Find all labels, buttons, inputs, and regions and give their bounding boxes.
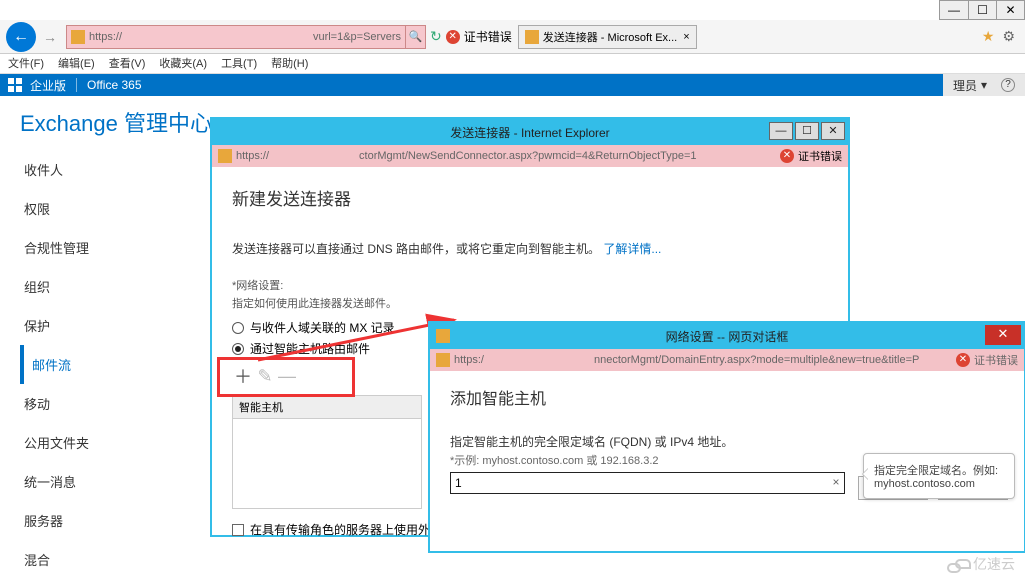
smart-host-list: 智能主机 [232,395,422,509]
popup1-close-button[interactable]: ✕ [821,122,845,140]
sidebar-item-mobile[interactable]: 移动 [20,384,190,423]
sidebar-item-unified[interactable]: 统一消息 [20,462,190,501]
os-close-button[interactable]: ✕ [996,1,1024,19]
menu-view[interactable]: 查看(V) [109,54,146,73]
fqdn-input[interactable] [450,472,845,494]
app-launcher-icon[interactable] [8,78,22,92]
checkbox-label: 在具有传输角色的服务器上使用外部 D [250,521,454,538]
network-settings-sub: 指定如何使用此连接器发送邮件。 [232,295,828,311]
sidebar-item-mailflow[interactable]: 邮件流 [20,345,190,384]
settings-gear-icon[interactable]: ⚙ [1002,28,1015,45]
sidebar-item-permissions[interactable]: 权限 [20,189,190,228]
popup2-desc: 指定智能主机的完全限定域名 (FQDN) 或 IPv4 地址。 [450,433,1004,450]
popup1-title-bar[interactable]: 发送连接器 - Internet Explorer — ☐ ✕ [212,119,848,145]
popup1-heading: 新建发送连接器 [232,185,828,210]
popup1-intro: 发送连接器可以直接通过 DNS 路由邮件，或将它重定向到智能主机。 了解详情..… [232,240,828,257]
list-area[interactable] [232,419,422,509]
ribbon-enterprise[interactable]: 企业版 [30,77,66,94]
os-minimize-button[interactable]: — [940,1,968,19]
office-ribbon: 企业版 Office 365 理员 ▾ ? [0,74,1025,96]
radio-icon-selected [232,343,244,355]
popup2-url-suffix: nnectorMgmt/DomainEntry.aspx?mode=multip… [594,354,919,366]
popup1-url-suffix: ctorMgmt/NewSendConnector.aspx?pwmcid=4&… [359,150,697,162]
popup2-title: 网络设置 -- 网页对话框 [666,328,789,345]
watermark: 亿速云 [955,554,1015,574]
os-window-controls: — ☐ ✕ [939,0,1025,20]
menu-file[interactable]: 文件(F) [8,54,44,73]
url-prefix: https:// [89,31,122,43]
popup1-address-bar[interactable]: https:// ctorMgmt/NewSendConnector.aspx?… [212,145,848,167]
help-icon[interactable]: ? [1001,78,1015,92]
back-button[interactable]: ← [6,22,36,52]
tab-close-icon[interactable]: × [683,31,689,43]
popup1-cert-error-label: 证书错误 [798,148,842,164]
popup2-address-bar[interactable]: https:/ nnectorMgmt/DomainEntry.aspx?mod… [430,349,1024,371]
list-header: 智能主机 [232,395,422,419]
popup2-title-bar[interactable]: 网络设置 -- 网页对话框 ✕ [430,323,1024,349]
popup2-addr-icon [436,353,450,367]
edit-button: ✎ [254,365,276,387]
search-icon[interactable]: 🔍 [406,25,426,49]
certificate-error-main[interactable]: ✕ 证书错误 [446,28,512,45]
cert-error-icon: ✕ [956,353,970,367]
tab-title: 发送连接器 - Microsoft Ex... [543,29,677,45]
site-icon [71,30,85,44]
page-title: Exchange 管理中心 [20,106,212,138]
menu-favorites[interactable]: 收藏夹(A) [159,54,207,73]
sidebar-item-recipients[interactable]: 收件人 [20,150,190,189]
popup1-site-icon [218,149,232,163]
forward-button[interactable]: → [40,27,60,47]
ribbon-user-area[interactable]: 理员 ▾ ? [943,74,1025,96]
menu-help[interactable]: 帮助(H) [271,54,308,73]
popup1-title: 发送连接器 - Internet Explorer [450,124,609,141]
learn-more-link[interactable]: 了解详情... [603,242,661,256]
checkbox-icon [232,524,244,536]
address-bar[interactable]: https:// vurl=1&p=Servers [66,25,406,49]
caret-down-icon: ▾ [981,78,987,92]
radio-mx-label: 与收件人域关联的 MX 记录 [250,319,395,336]
cert-error-icon: ✕ [446,30,460,44]
ribbon-office365[interactable]: Office 365 [87,78,141,92]
popup1-cert-error[interactable]: ✕ 证书错误 [780,148,842,164]
ie-menu-bar: 文件(F) 编辑(E) 查看(V) 收藏夹(A) 工具(T) 帮助(H) [0,54,1025,74]
add-button[interactable]: ＋ [232,365,254,387]
favorites-icon[interactable]: ★ [982,28,995,45]
popup2-url-prefix: https:/ [454,354,484,366]
delete-button: — [276,365,298,387]
browser-tab[interactable]: 发送连接器 - Microsoft Ex... × [518,25,697,49]
url-suffix: vurl=1&p=Servers [313,31,401,43]
popup1-maximize-button[interactable]: ☐ [795,122,819,140]
os-maximize-button[interactable]: ☐ [968,1,996,19]
menu-tools[interactable]: 工具(T) [221,54,257,73]
cert-error-icon: ✕ [780,149,794,163]
popup2-cert-error[interactable]: ✕ 证书错误 [956,352,1018,368]
radio-icon [232,322,244,334]
popup2-site-icon [436,329,450,343]
cert-error-label: 证书错误 [464,28,512,45]
network-settings-label: *网络设置: [232,277,828,293]
tab-site-icon [525,30,539,44]
ie-navigation-bar: ← → https:// vurl=1&p=Servers 🔍 ↻ ✕ 证书错误… [0,20,1025,54]
popup2-close-button[interactable]: ✕ [985,325,1021,345]
sidebar-item-servers[interactable]: 服务器 [20,501,190,540]
clear-input-icon[interactable]: × [828,475,844,491]
refresh-icon[interactable]: ↻ [430,28,442,45]
menu-edit[interactable]: 编辑(E) [58,54,95,73]
popup2-heading: 添加智能主机 [450,385,1004,409]
sidebar-item-publicfolders[interactable]: 公用文件夹 [20,423,190,462]
side-nav: 收件人 权限 合规性管理 组织 保护 邮件流 移动 公用文件夹 统一消息 服务器… [20,150,190,579]
popup2-cert-error-label: 证书错误 [974,352,1018,368]
admin-label: 理员 [953,77,977,94]
fqdn-tooltip: 指定完全限定域名。例如: myhost.contoso.com [863,453,1015,499]
popup1-url-prefix: https:// [236,150,269,162]
sidebar-item-hybrid[interactable]: 混合 [20,540,190,579]
sidebar-item-organization[interactable]: 组织 [20,267,190,306]
popup1-minimize-button[interactable]: — [769,122,793,140]
sidebar-item-protection[interactable]: 保护 [20,306,190,345]
radio-smart-label: 通过智能主机路由邮件 [250,340,370,357]
network-settings-dialog: 网络设置 -- 网页对话框 ✕ https:/ nnectorMgmt/Doma… [428,321,1025,553]
sidebar-item-compliance[interactable]: 合规性管理 [20,228,190,267]
